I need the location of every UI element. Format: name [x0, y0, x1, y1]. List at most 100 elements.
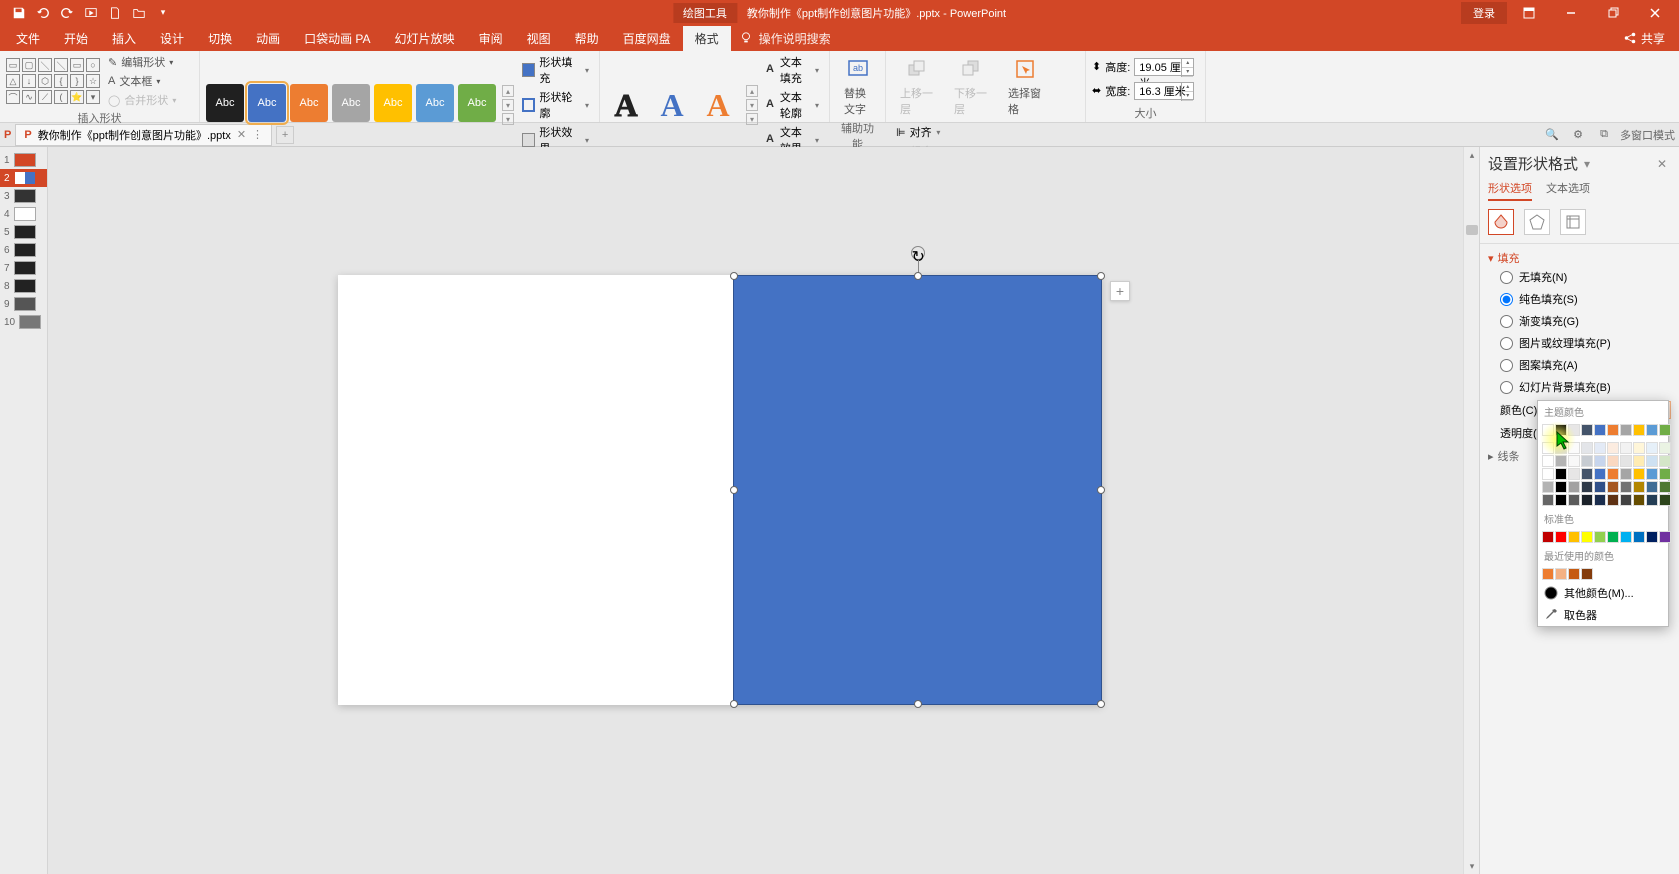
rotation-handle[interactable]: ↻ — [911, 246, 925, 260]
gallery-down-icon[interactable]: ▾ — [746, 99, 758, 111]
color-swatch[interactable] — [1633, 531, 1645, 543]
tab-baidu[interactable]: 百度网盘 — [611, 26, 683, 51]
color-swatch[interactable] — [1581, 531, 1593, 543]
tab-slideshow[interactable]: 幻灯片放映 — [383, 26, 467, 51]
color-swatch[interactable] — [1542, 494, 1554, 506]
gallery-more-icon[interactable]: ▾ — [502, 113, 514, 125]
start-from-beginning-icon[interactable] — [80, 2, 102, 24]
qat-customize-icon[interactable]: ▾ — [152, 2, 174, 24]
shape-item[interactable]: ○ — [86, 58, 100, 72]
color-swatch[interactable] — [1555, 531, 1567, 543]
color-swatch[interactable] — [1633, 442, 1645, 454]
shape-item[interactable]: △ — [6, 74, 20, 88]
color-swatch[interactable] — [1555, 568, 1567, 580]
color-swatch[interactable] — [1555, 424, 1567, 436]
resize-handle-se[interactable] — [1097, 700, 1105, 708]
color-swatch[interactable] — [1646, 455, 1658, 467]
edit-shape-button[interactable]: ✎编辑形状▾ — [104, 53, 180, 71]
shape-item[interactable]: { — [54, 74, 68, 88]
resize-handle-sw[interactable] — [730, 700, 738, 708]
tab-review[interactable]: 审阅 — [467, 26, 515, 51]
color-swatch[interactable] — [1646, 494, 1658, 506]
shape-item[interactable]: ▢ — [22, 58, 36, 72]
color-swatch[interactable] — [1659, 442, 1671, 454]
scroll-thumb[interactable] — [1466, 225, 1478, 235]
color-swatch[interactable] — [1633, 468, 1645, 480]
shape-item[interactable]: ▾ — [86, 90, 100, 104]
style-swatch[interactable]: Abc — [290, 84, 328, 122]
slide-editor[interactable]: ↻ + ▴ ▾ — [48, 147, 1479, 874]
shape-item[interactable]: ↓ — [22, 74, 36, 88]
color-swatch[interactable] — [1555, 481, 1567, 493]
color-swatch[interactable] — [1607, 442, 1619, 454]
tab-file[interactable]: 文件 — [4, 26, 52, 51]
color-swatch[interactable] — [1659, 455, 1671, 467]
color-swatch[interactable] — [1607, 468, 1619, 480]
gallery-down-icon[interactable]: ▾ — [502, 99, 514, 111]
multi-window-icon[interactable]: ⧉ — [1594, 125, 1614, 145]
thumbnail-slide-8[interactable]: 8 — [0, 277, 47, 295]
color-swatch[interactable] — [1568, 468, 1580, 480]
tab-insert[interactable]: 插入 — [100, 26, 148, 51]
color-swatch[interactable] — [1594, 494, 1606, 506]
radio-slide-bg-fill[interactable]: 幻灯片背景填充(B) — [1488, 376, 1671, 398]
save-icon[interactable] — [8, 2, 30, 24]
thumbnail-slide-2[interactable]: 2 — [0, 169, 47, 187]
color-swatch[interactable] — [1581, 468, 1593, 480]
color-swatch[interactable] — [1581, 442, 1593, 454]
shape-outline-button[interactable]: 形状轮廓▾ — [518, 88, 593, 122]
color-swatch[interactable] — [1581, 481, 1593, 493]
color-swatch[interactable] — [1581, 494, 1593, 506]
wordart-swatch[interactable]: A — [606, 87, 646, 124]
spin-up-icon[interactable]: ▴ — [1182, 59, 1193, 68]
wordart-swatch[interactable]: A — [698, 87, 738, 124]
color-swatch[interactable] — [1594, 424, 1606, 436]
color-swatch[interactable] — [1633, 455, 1645, 467]
color-swatch[interactable] — [1646, 424, 1658, 436]
more-colors-button[interactable]: 其他颜色(M)... — [1538, 582, 1668, 604]
color-swatch[interactable] — [1581, 455, 1593, 467]
resize-handle-nw[interactable] — [730, 272, 738, 280]
scroll-up-icon[interactable]: ▴ — [1464, 147, 1479, 163]
color-swatch[interactable] — [1646, 531, 1658, 543]
color-swatch[interactable] — [1594, 442, 1606, 454]
color-swatch[interactable] — [1607, 455, 1619, 467]
shape-item[interactable]: ☆ — [86, 74, 100, 88]
gallery-up-icon[interactable]: ▴ — [502, 85, 514, 97]
pane-category-fill-line[interactable] — [1488, 209, 1514, 235]
tab-animations[interactable]: 动画 — [244, 26, 292, 51]
redo-icon[interactable] — [56, 2, 78, 24]
shape-fill-button[interactable]: 形状填充▾ — [518, 53, 593, 87]
color-swatch[interactable] — [1659, 531, 1671, 543]
add-element-button[interactable]: + — [1110, 281, 1130, 301]
text-outline-button[interactable]: A文本轮廓▾ — [762, 88, 823, 122]
resize-handle-s[interactable] — [914, 700, 922, 708]
pane-close-icon[interactable]: ✕ — [1653, 157, 1671, 171]
color-swatch[interactable] — [1620, 531, 1632, 543]
style-swatch[interactable]: Abc — [206, 84, 244, 122]
color-swatch[interactable] — [1542, 442, 1554, 454]
shape-item[interactable]: ∿ — [22, 90, 36, 104]
color-swatch[interactable] — [1581, 424, 1593, 436]
color-swatch[interactable] — [1542, 568, 1554, 580]
resize-handle-ne[interactable] — [1097, 272, 1105, 280]
tab-view[interactable]: 视图 — [515, 26, 563, 51]
color-swatch[interactable] — [1633, 424, 1645, 436]
pane-tab-text-options[interactable]: 文本选项 — [1546, 180, 1590, 201]
color-swatch[interactable] — [1568, 442, 1580, 454]
height-input[interactable]: 19.05 厘米▴▾ — [1134, 58, 1194, 76]
slide-canvas[interactable]: ↻ + — [338, 275, 1102, 705]
thumbnail-slide-1[interactable]: 1 — [0, 151, 47, 169]
thumbnail-slide-5[interactable]: 5 — [0, 223, 47, 241]
style-swatch[interactable]: Abc — [416, 84, 454, 122]
color-swatch[interactable] — [1607, 531, 1619, 543]
tab-transitions[interactable]: 切换 — [196, 26, 244, 51]
thumbnail-slide-6[interactable]: 6 — [0, 241, 47, 259]
doctab-app-icon[interactable]: P — [4, 129, 11, 141]
color-swatch[interactable] — [1633, 494, 1645, 506]
color-swatch[interactable] — [1555, 494, 1567, 506]
undo-icon[interactable] — [32, 2, 54, 24]
spin-down-icon[interactable]: ▾ — [1182, 68, 1193, 77]
settings-gear-icon[interactable]: ⚙ — [1568, 125, 1588, 145]
color-swatch[interactable] — [1646, 468, 1658, 480]
